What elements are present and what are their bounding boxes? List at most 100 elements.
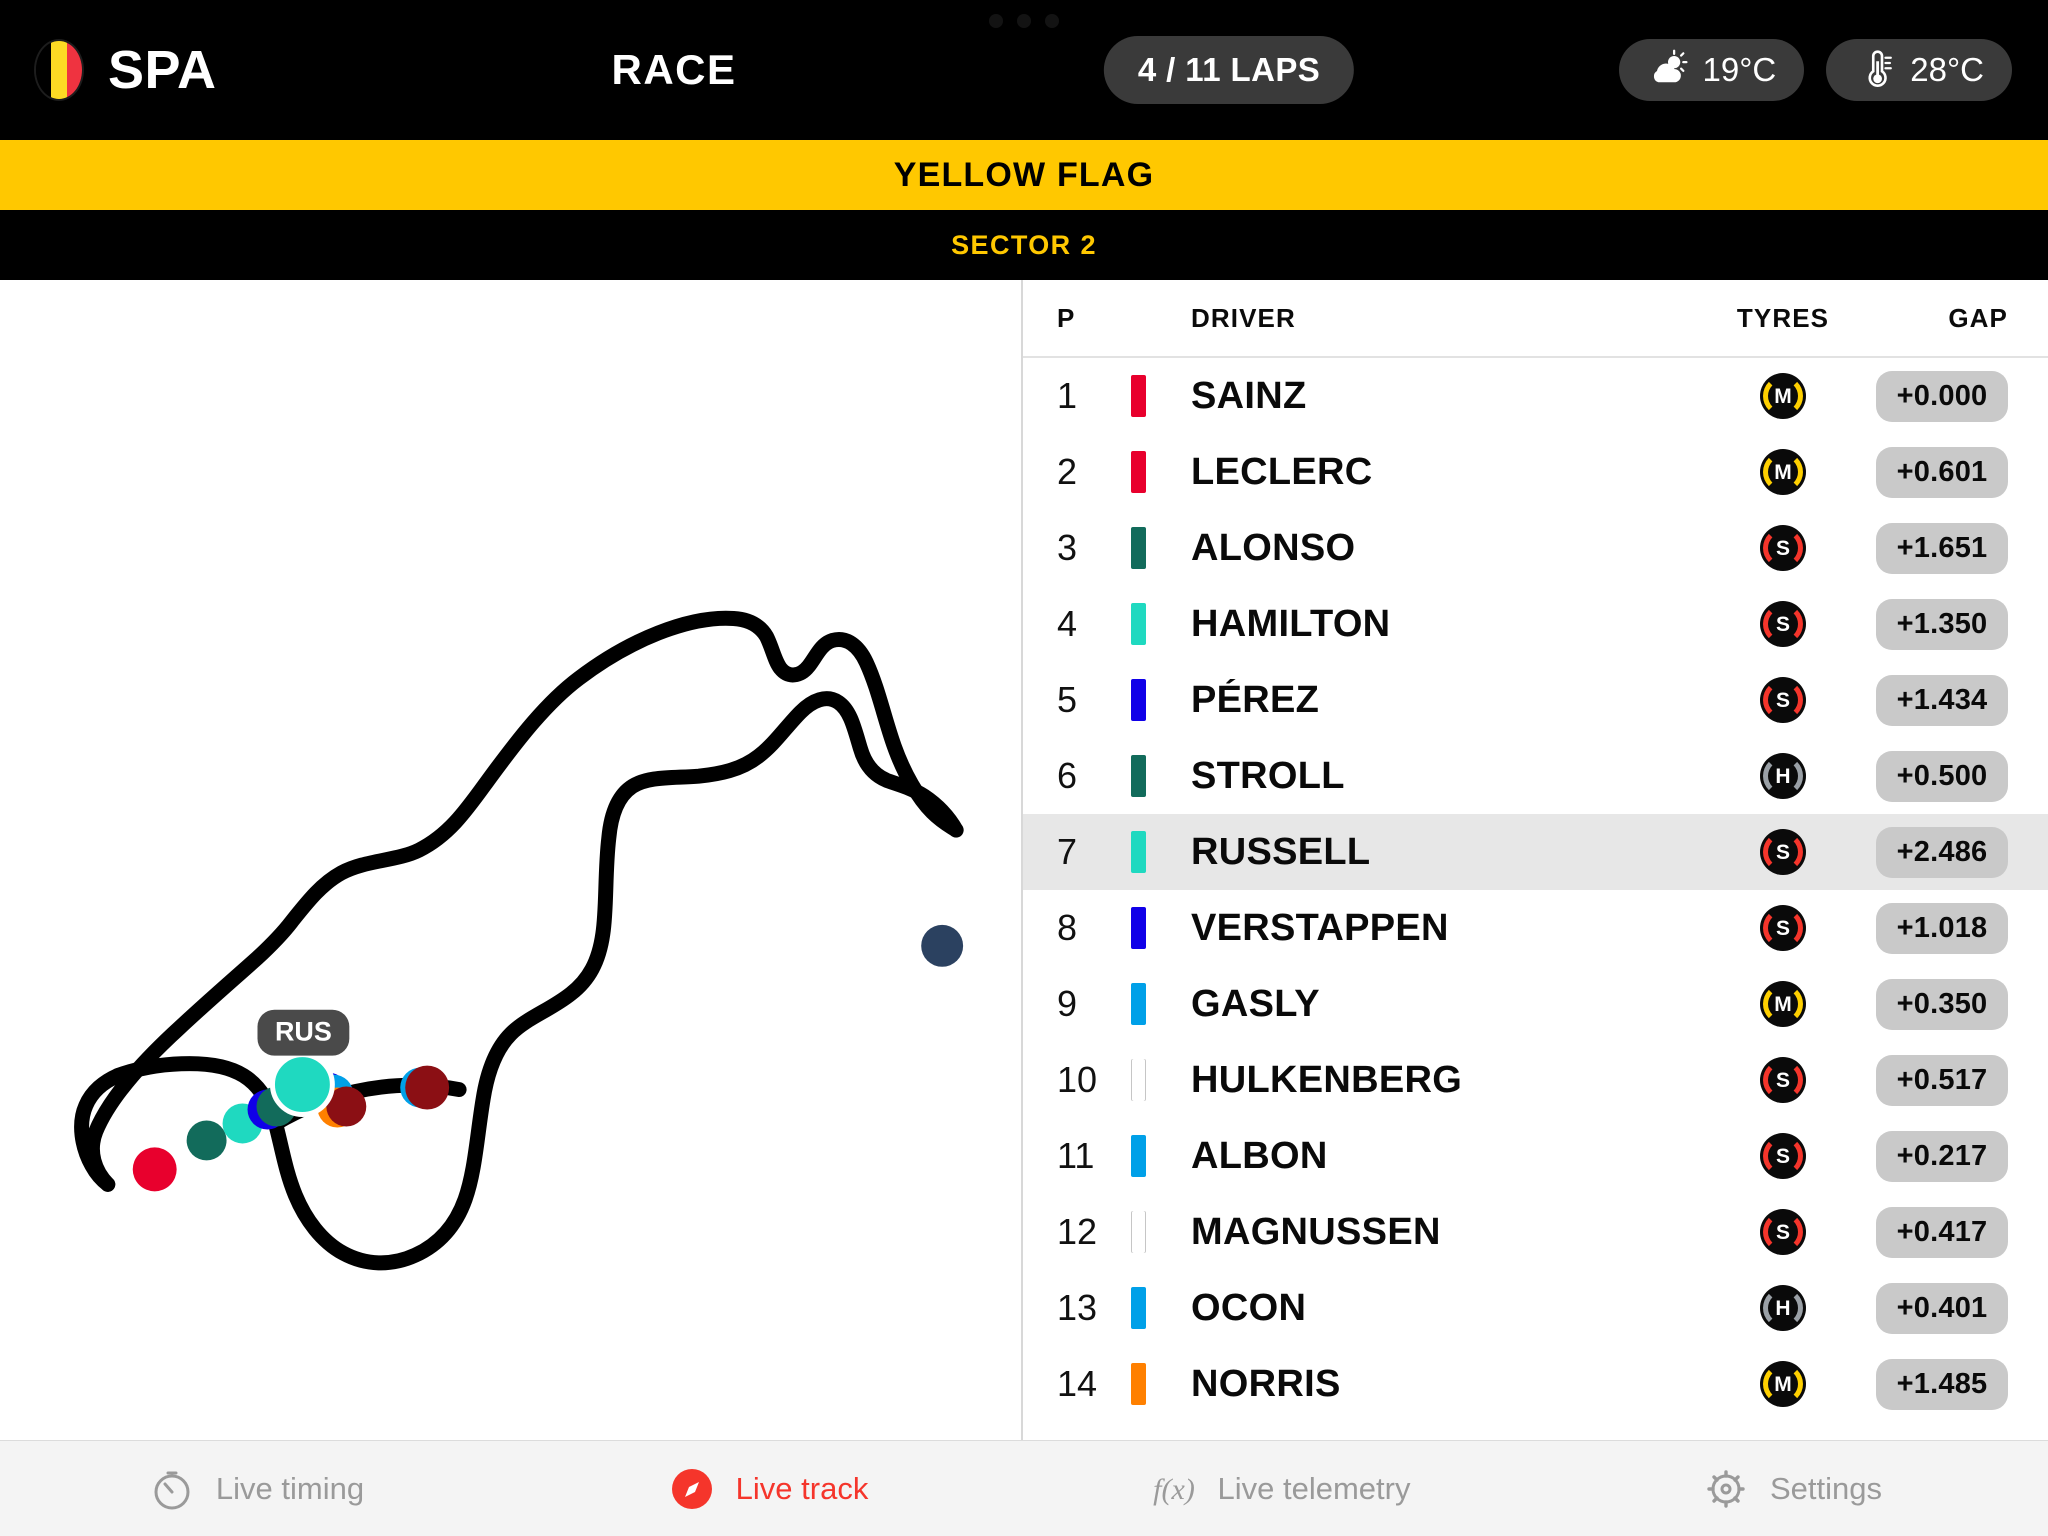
svg-text:f(x): f(x) — [1153, 1473, 1195, 1506]
table-row[interactable]: 13 OCON H +0.401 — [1023, 1270, 2048, 1346]
car-dot — [186, 1120, 227, 1161]
team-color-bar — [1131, 907, 1146, 949]
driver-name: RUSSELL — [1191, 830, 1371, 873]
gap-value: +1.651 — [1876, 522, 2008, 574]
tyre-compound-letter: S — [1775, 1068, 1790, 1092]
gap-value: +0.500 — [1876, 750, 2008, 802]
team-color-bar — [1131, 831, 1146, 873]
driver-position: 8 — [1057, 907, 1078, 948]
table-row[interactable]: 14 NORRIS M +1.485 — [1023, 1346, 2048, 1422]
tyre-cell: M — [1708, 373, 1858, 419]
driver-position: 1 — [1057, 375, 1078, 416]
race-app-root: SPA RACE 4 / 11 LAPS 19°C 28°C YELLOW FL… — [0, 0, 2048, 1536]
team-color-bar-wrap — [1129, 1287, 1163, 1329]
driver-position: 10 — [1057, 1059, 1098, 1100]
live-track-map[interactable]: RUS — [0, 280, 1023, 1440]
table-row[interactable]: 11 ALBON S +0.217 — [1023, 1118, 2048, 1194]
gap-value: +0.000 — [1876, 370, 2008, 422]
gap-value: +1.485 — [1876, 1358, 2008, 1410]
team-color-bar-wrap — [1129, 831, 1163, 873]
table-row[interactable]: 2 LECLERC M +0.601 — [1023, 434, 2048, 510]
team-color-bar-wrap — [1129, 907, 1163, 949]
tyre-compound-letter: S — [1775, 916, 1790, 940]
nav-item-live-track[interactable]: Live track — [512, 1465, 1024, 1513]
driver-position: 14 — [1057, 1363, 1098, 1404]
tyre-cell: H — [1708, 753, 1858, 799]
car-marker[interactable] — [405, 1065, 450, 1110]
driver-name: ALONSO — [1191, 526, 1356, 569]
tyre-compound-icon: M — [1760, 449, 1806, 495]
nav-item-label: Live track — [735, 1470, 869, 1506]
nav-item-live-telemetry[interactable]: f(x) Live telemetry — [1024, 1465, 1536, 1513]
gap-value: +0.401 — [1876, 1282, 2008, 1334]
table-row[interactable]: 10 HULKENBERG S +0.517 — [1023, 1042, 2048, 1118]
tyre-cell: H — [1708, 1285, 1858, 1331]
tyre-compound-icon: S — [1760, 1057, 1806, 1103]
table-row[interactable]: 12 MAGNUSSEN S +0.417 — [1023, 1194, 2048, 1270]
driver-name: ALBON — [1191, 1134, 1328, 1177]
gap-cell: +0.217 — [1858, 1130, 2008, 1182]
table-row[interactable]: 1 SAINZ M +0.000 — [1023, 358, 2048, 434]
car-dot — [405, 1065, 450, 1110]
gap-value: +1.434 — [1876, 674, 2008, 726]
gap-cell: +1.485 — [1858, 1358, 2008, 1410]
tyre-compound-letter: M — [1774, 992, 1792, 1016]
gap-cell: +2.486 — [1858, 826, 2008, 878]
tyre-compound-icon: M — [1760, 373, 1806, 419]
gap-value: +0.350 — [1876, 978, 2008, 1030]
driver-position: 11 — [1057, 1135, 1095, 1176]
nav-item-label: Live timing — [215, 1470, 365, 1506]
tyre-compound-icon: H — [1760, 753, 1806, 799]
table-row[interactable]: 4 HAMILTON S +1.350 — [1023, 586, 2048, 662]
driver-position: 9 — [1057, 983, 1078, 1024]
nav-item-label: Settings — [1769, 1470, 1882, 1506]
car-marker[interactable] — [921, 924, 964, 967]
compass-icon — [668, 1465, 716, 1513]
driver-name: PÉREZ — [1191, 678, 1320, 721]
table-row[interactable]: 6 STROLL H +0.500 — [1023, 738, 2048, 814]
team-color-bar — [1131, 755, 1146, 797]
flag-stripe — [51, 41, 67, 99]
driver-position: 13 — [1057, 1287, 1098, 1328]
timing-rows: 1 SAINZ M +0.000 2 LECLERC M +0.601 3 ALONSO S +1.6… — [1023, 358, 2048, 1440]
gear-icon — [1702, 1465, 1750, 1513]
track-map-svg: RUS — [74, 610, 964, 1271]
tyre-compound-icon: S — [1760, 677, 1806, 723]
flag-status-banner: YELLOW FLAG — [0, 140, 2048, 210]
table-row[interactable]: 7 RUSSELL S +2.486 — [1023, 814, 2048, 890]
gap-value: +0.417 — [1876, 1206, 2008, 1258]
gap-value: +1.350 — [1876, 598, 2008, 650]
driver-name: STROLL — [1191, 754, 1345, 797]
team-color-bar — [1131, 983, 1146, 1025]
car-dot — [132, 1147, 177, 1192]
air-temperature-pill[interactable]: 19°C — [1618, 39, 1805, 101]
status-dot — [989, 14, 1003, 28]
track-temperature-pill[interactable]: 28°C — [1826, 39, 2012, 101]
table-row[interactable]: 5 PÉREZ S +1.434 — [1023, 662, 2048, 738]
tyre-compound-icon: S — [1760, 601, 1806, 647]
team-color-bar — [1131, 603, 1146, 645]
driver-label-text: RUS — [275, 1017, 332, 1047]
window-drag-handle[interactable] — [0, 14, 2048, 28]
bottom-navigation: Live timing Live track f(x) Live telemetry S… — [0, 1440, 2048, 1536]
nav-item-live-timing[interactable]: Live timing — [0, 1465, 512, 1513]
sector-text: SECTOR 2 — [951, 229, 1097, 260]
nav-item-settings[interactable]: Settings — [1536, 1465, 2048, 1513]
car-marker[interactable] — [186, 1120, 227, 1161]
tyre-cell: S — [1708, 1133, 1858, 1179]
car-marker[interactable] — [269, 1052, 335, 1117]
tyre-compound-icon: M — [1760, 981, 1806, 1027]
table-row[interactable]: 3 ALONSO S +1.651 — [1023, 510, 2048, 586]
team-color-bar — [1131, 1363, 1146, 1405]
driver-position: 2 — [1057, 451, 1078, 492]
driver-position: 6 — [1057, 755, 1078, 796]
circuit-name: SPA — [108, 40, 217, 100]
tyre-compound-letter: S — [1775, 536, 1790, 560]
tyre-compound-icon: S — [1760, 1133, 1806, 1179]
main-body: RUS P DRIVER TYRES GAP 1 SAINZ M +0.000 2 LEC… — [0, 280, 2048, 1440]
table-row[interactable]: 9 GASLY M +0.350 — [1023, 966, 2048, 1042]
table-row[interactable]: 8 VERSTAPPEN S +1.018 — [1023, 890, 2048, 966]
flag-stripe — [66, 41, 82, 99]
car-marker[interactable] — [132, 1147, 177, 1192]
tyre-compound-icon: S — [1760, 525, 1806, 571]
